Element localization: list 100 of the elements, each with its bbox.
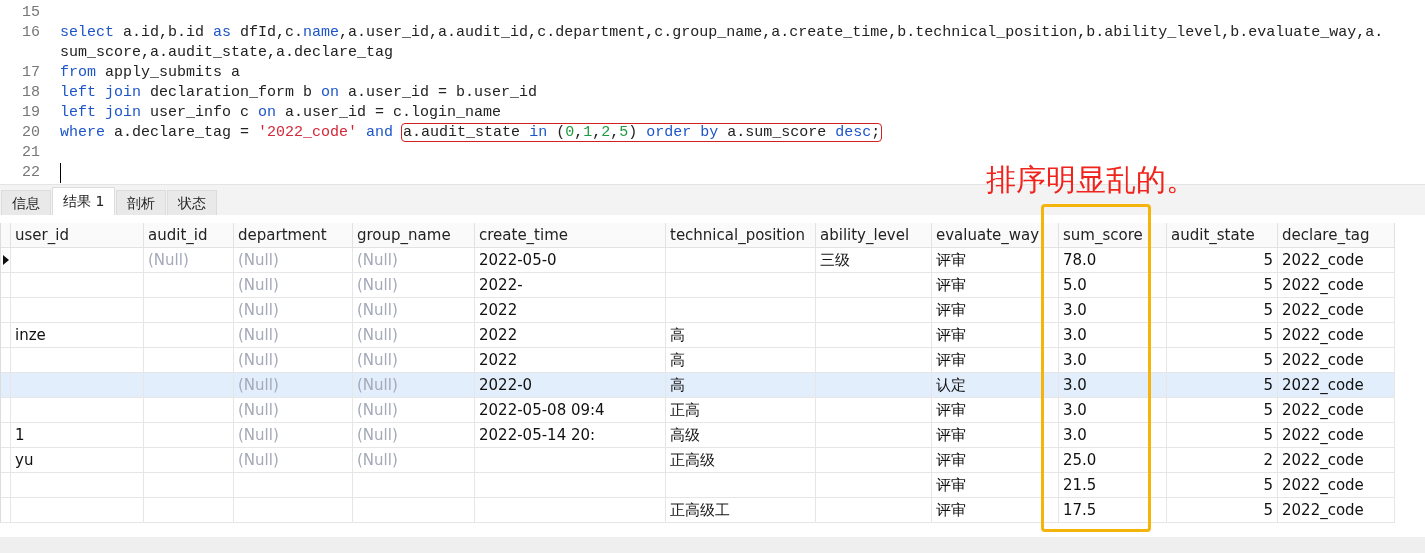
- row-indicator-cell[interactable]: [1, 323, 11, 348]
- table-cell: 三级: [816, 248, 932, 273]
- column-header[interactable]: ability_level: [816, 223, 932, 248]
- table-cell: 5: [1167, 373, 1278, 398]
- code-line: left join declaration_form b on a.user_id = b.user_id: [60, 84, 538, 101]
- table-cell: yu: [11, 448, 144, 473]
- table-cell: 正高级工: [666, 498, 816, 523]
- table-cell: 评审: [932, 273, 1059, 298]
- table-cell: inze: [11, 323, 144, 348]
- highlight-frame: a.audit_state in (0,1,2,5) order by a.sum_score desc;: [402, 124, 882, 141]
- table-cell: 2022-05-0: [475, 248, 666, 273]
- table-cell: 2022: [475, 298, 666, 323]
- column-header[interactable]: technical_position: [666, 223, 816, 248]
- table-cell: 2022-05-14 20:: [475, 423, 666, 448]
- row-indicator-cell[interactable]: [1, 498, 11, 523]
- table-cell: 评审: [932, 498, 1059, 523]
- table-cell: 2022-05-08 09:4: [475, 398, 666, 423]
- table-cell: 正高: [666, 398, 816, 423]
- annotation-text: 排序明显乱的。: [986, 161, 1196, 199]
- table-cell: 高: [666, 323, 816, 348]
- table-cell: 2022: [475, 323, 666, 348]
- table-cell: 评审: [932, 398, 1059, 423]
- table-cell: 3.0: [1059, 423, 1167, 448]
- table-cell: (Null): [353, 373, 475, 398]
- table-cell: 2022-: [475, 273, 666, 298]
- table-cell: 21.5: [1059, 473, 1167, 498]
- tab[interactable]: 结果 1: [52, 187, 116, 215]
- row-indicator-cell[interactable]: [1, 298, 11, 323]
- table-cell: 2022_code: [1278, 398, 1395, 423]
- table-cell: 5: [1167, 248, 1278, 273]
- table-cell: (Null): [144, 248, 234, 273]
- table-cell: 3.0: [1059, 398, 1167, 423]
- tab[interactable]: 剖析: [116, 190, 167, 215]
- row-indicator-cell[interactable]: [1, 373, 11, 398]
- table-cell: 5: [1167, 498, 1278, 523]
- table-cell: 2022-0: [475, 373, 666, 398]
- table-cell: 2022_code: [1278, 423, 1395, 448]
- table-cell: 78.0: [1059, 248, 1167, 273]
- table-cell: 5: [1167, 273, 1278, 298]
- table-cell: (Null): [234, 323, 353, 348]
- table-cell: 25.0: [1059, 448, 1167, 473]
- column-header[interactable]: department: [234, 223, 353, 248]
- table-cell: 正高级: [666, 448, 816, 473]
- column-header[interactable]: group_name: [353, 223, 475, 248]
- table-cell: 3.0: [1059, 373, 1167, 398]
- row-indicator-cell[interactable]: [1, 473, 11, 498]
- table-cell: 2022_code: [1278, 323, 1395, 348]
- column-header[interactable]: evaluate_way: [932, 223, 1059, 248]
- table-cell: 5.0: [1059, 273, 1167, 298]
- table-cell: 2022_code: [1278, 248, 1395, 273]
- table-cell: (Null): [353, 448, 475, 473]
- row-indicator-cell[interactable]: [1, 248, 11, 273]
- table-cell: 1: [11, 423, 144, 448]
- table-cell: 评审: [932, 298, 1059, 323]
- table-cell: 5: [1167, 398, 1278, 423]
- table-cell: 3.0: [1059, 323, 1167, 348]
- table-cell: 5: [1167, 423, 1278, 448]
- table-cell: 2: [1167, 448, 1278, 473]
- code-line: where a.declare_tag = '2022_code' and a.audit_state in (0,1,2,5) order by a.sum_score desc;: [60, 124, 882, 141]
- table-cell: (Null): [353, 298, 475, 323]
- column-header[interactable]: sum_score: [1059, 223, 1167, 248]
- row-indicator-cell[interactable]: [1, 448, 11, 473]
- tab[interactable]: 信息: [1, 190, 51, 215]
- table-cell: 2022_code: [1278, 273, 1395, 298]
- table-cell: 2022_code: [1278, 298, 1395, 323]
- table-cell: 高级: [666, 423, 816, 448]
- table-cell: 2022_code: [1278, 448, 1395, 473]
- table-cell: 2022_code: [1278, 473, 1395, 498]
- table-cell: 认定: [932, 373, 1059, 398]
- table-cell: (Null): [234, 423, 353, 448]
- table-cell: 5: [1167, 298, 1278, 323]
- column-header[interactable]: create_time: [475, 223, 666, 248]
- column-header[interactable]: declare_tag: [1278, 223, 1395, 248]
- code-line: left join user_info c on a.user_id = c.login_name: [60, 104, 502, 121]
- table-cell: (Null): [234, 248, 353, 273]
- table-cell: (Null): [234, 398, 353, 423]
- table-cell: 5: [1167, 323, 1278, 348]
- table-cell: (Null): [353, 273, 475, 298]
- code-line: from apply_submits a: [60, 64, 241, 81]
- row-indicator-cell[interactable]: [1, 423, 11, 448]
- table-cell: 评审: [932, 323, 1059, 348]
- table-cell: 2022_code: [1278, 498, 1395, 523]
- table-cell: 评审: [932, 423, 1059, 448]
- column-header[interactable]: audit_id: [144, 223, 234, 248]
- table-cell: (Null): [234, 373, 353, 398]
- table-cell: 5: [1167, 473, 1278, 498]
- column-header[interactable]: audit_state: [1167, 223, 1278, 248]
- table-cell: (Null): [234, 273, 353, 298]
- table-cell: 评审: [932, 448, 1059, 473]
- table-cell: (Null): [353, 248, 475, 273]
- table-cell: 评审: [932, 248, 1059, 273]
- tab[interactable]: 状态: [167, 190, 218, 215]
- table-cell: 2022_code: [1278, 373, 1395, 398]
- table-cell: (Null): [353, 323, 475, 348]
- column-header[interactable]: user_id: [11, 223, 144, 248]
- row-indicator-cell[interactable]: [1, 398, 11, 423]
- row-indicator-cell[interactable]: [1, 273, 11, 298]
- table-cell: 17.5: [1059, 498, 1167, 523]
- table-cell: 高: [666, 373, 816, 398]
- table-cell: (Null): [234, 448, 353, 473]
